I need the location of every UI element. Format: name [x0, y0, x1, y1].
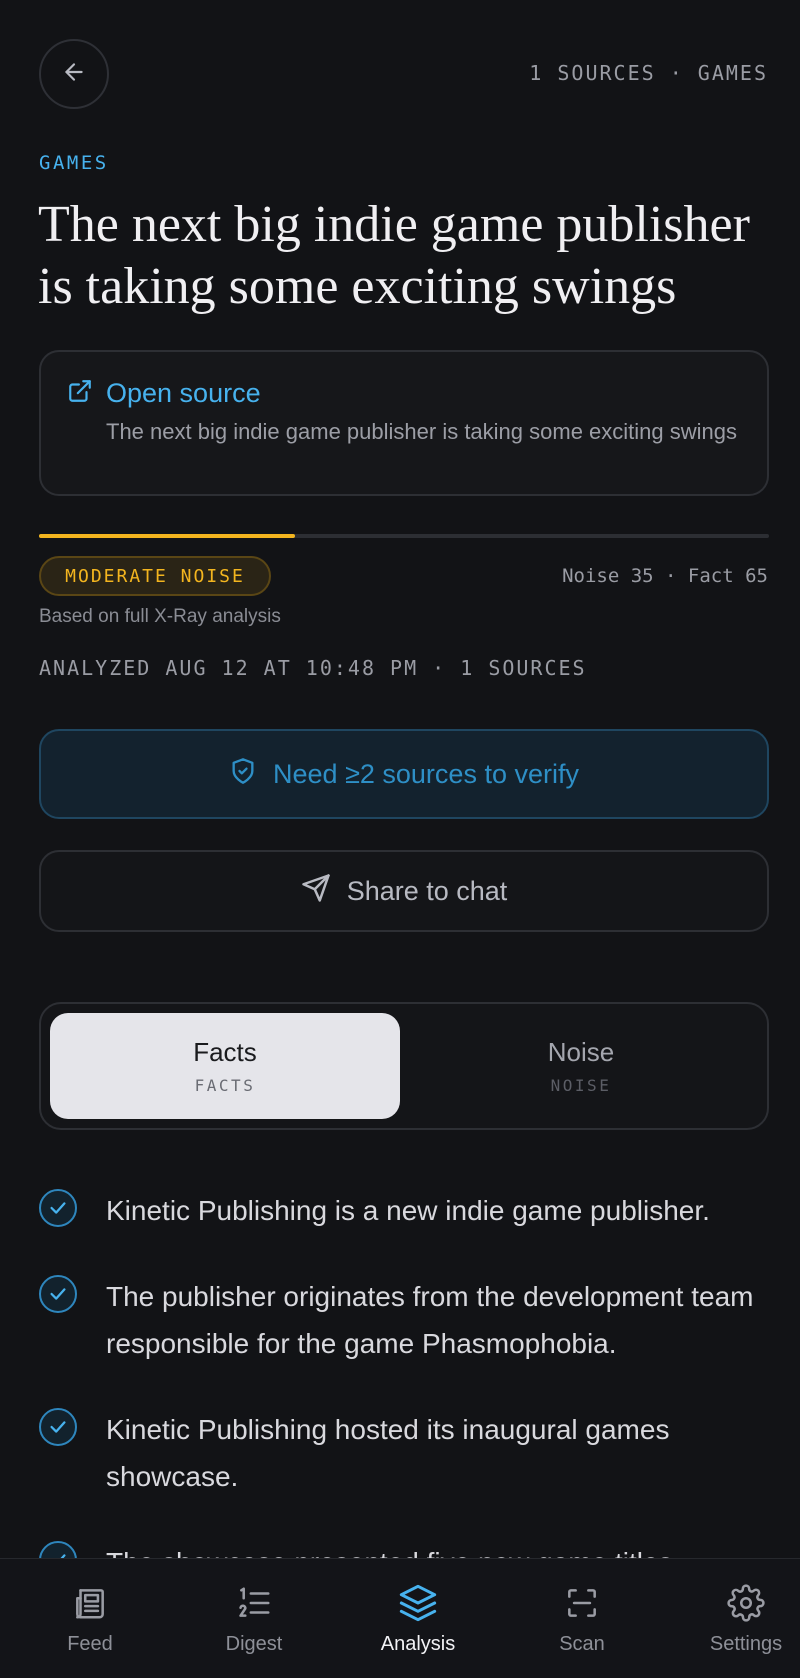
- fact-text: The publisher originates from the develo…: [106, 1281, 754, 1359]
- fact-text: Kinetic Publishing is a new indie game p…: [106, 1195, 710, 1226]
- fact-text: Kinetic Publishing hosted its inaugural …: [106, 1414, 670, 1492]
- tab-noise[interactable]: Noise NOISE: [406, 1013, 756, 1119]
- tab-facts[interactable]: Facts FACTS: [50, 1013, 400, 1119]
- arrow-left-icon: [61, 59, 87, 90]
- noise-level-badge: MODERATE NOISE: [39, 556, 271, 596]
- check-circle-icon: [39, 1189, 77, 1227]
- analysis-page: 1 SOURCES · GAMES GAMES The next big ind…: [0, 0, 800, 1678]
- send-icon: [301, 873, 331, 910]
- nav-label-feed: Feed: [67, 1633, 113, 1655]
- nav-item-digest[interactable]: Digest: [174, 1559, 334, 1678]
- source-card[interactable]: Open source The next big indie game publ…: [39, 350, 769, 496]
- analyzed-timestamp: ANALYZED AUG 12 AT 10:48 PM · 1 SOURCES: [39, 656, 587, 680]
- nav-item-feed[interactable]: Feed: [10, 1559, 170, 1678]
- nav-item-settings[interactable]: Settings: [666, 1559, 800, 1678]
- share-to-chat-button[interactable]: Share to chat: [39, 850, 769, 932]
- check-circle-icon: [39, 1408, 77, 1446]
- nav-label-scan: Scan: [559, 1633, 605, 1655]
- noise-meter-fill: [39, 534, 295, 538]
- source-description: The next big indie game publisher is tak…: [106, 419, 737, 444]
- facts-noise-tabs: Facts FACTS Noise NOISE: [39, 1002, 769, 1130]
- nav-label-analysis: Analysis: [380, 1633, 456, 1655]
- noise-fact-score: Noise 35 · Fact 65: [562, 565, 768, 587]
- check-circle-icon: [39, 1275, 77, 1313]
- scan-icon: [563, 1583, 601, 1623]
- nav-label-settings: Settings: [709, 1633, 783, 1655]
- gear-icon: [727, 1583, 765, 1623]
- article-title: The next big indie game publisher is tak…: [38, 196, 750, 315]
- tab-facts-sublabel: FACTS: [194, 1076, 256, 1095]
- back-button[interactable]: [39, 39, 109, 109]
- tab-noise-label: Noise: [547, 1037, 615, 1067]
- newspaper-icon: [71, 1583, 109, 1623]
- open-source-link[interactable]: Open source: [106, 378, 261, 409]
- verify-button[interactable]: Need ≥2 sources to verify: [39, 729, 769, 819]
- analysis-basis: Based on full X-Ray analysis: [39, 606, 281, 627]
- sources-meta: 1 SOURCES · GAMES: [529, 61, 768, 85]
- tab-noise-sublabel: NOISE: [550, 1076, 612, 1095]
- layers-icon: [398, 1583, 438, 1623]
- bottom-nav: Feed Digest Analysis Scan Settings: [0, 1558, 800, 1678]
- verify-label: Need ≥2 sources to verify: [273, 758, 579, 789]
- external-link-icon: [67, 378, 93, 409]
- category-label: GAMES: [39, 152, 109, 174]
- nav-item-scan[interactable]: Scan: [502, 1559, 662, 1678]
- tab-facts-label: Facts: [193, 1037, 257, 1067]
- share-label: Share to chat: [346, 875, 508, 906]
- numbered-list-icon: [235, 1583, 273, 1623]
- noise-meter: [39, 534, 769, 538]
- nav-item-analysis[interactable]: Analysis: [338, 1559, 498, 1678]
- shield-check-icon: [229, 757, 257, 792]
- nav-label-digest: Digest: [225, 1633, 283, 1655]
